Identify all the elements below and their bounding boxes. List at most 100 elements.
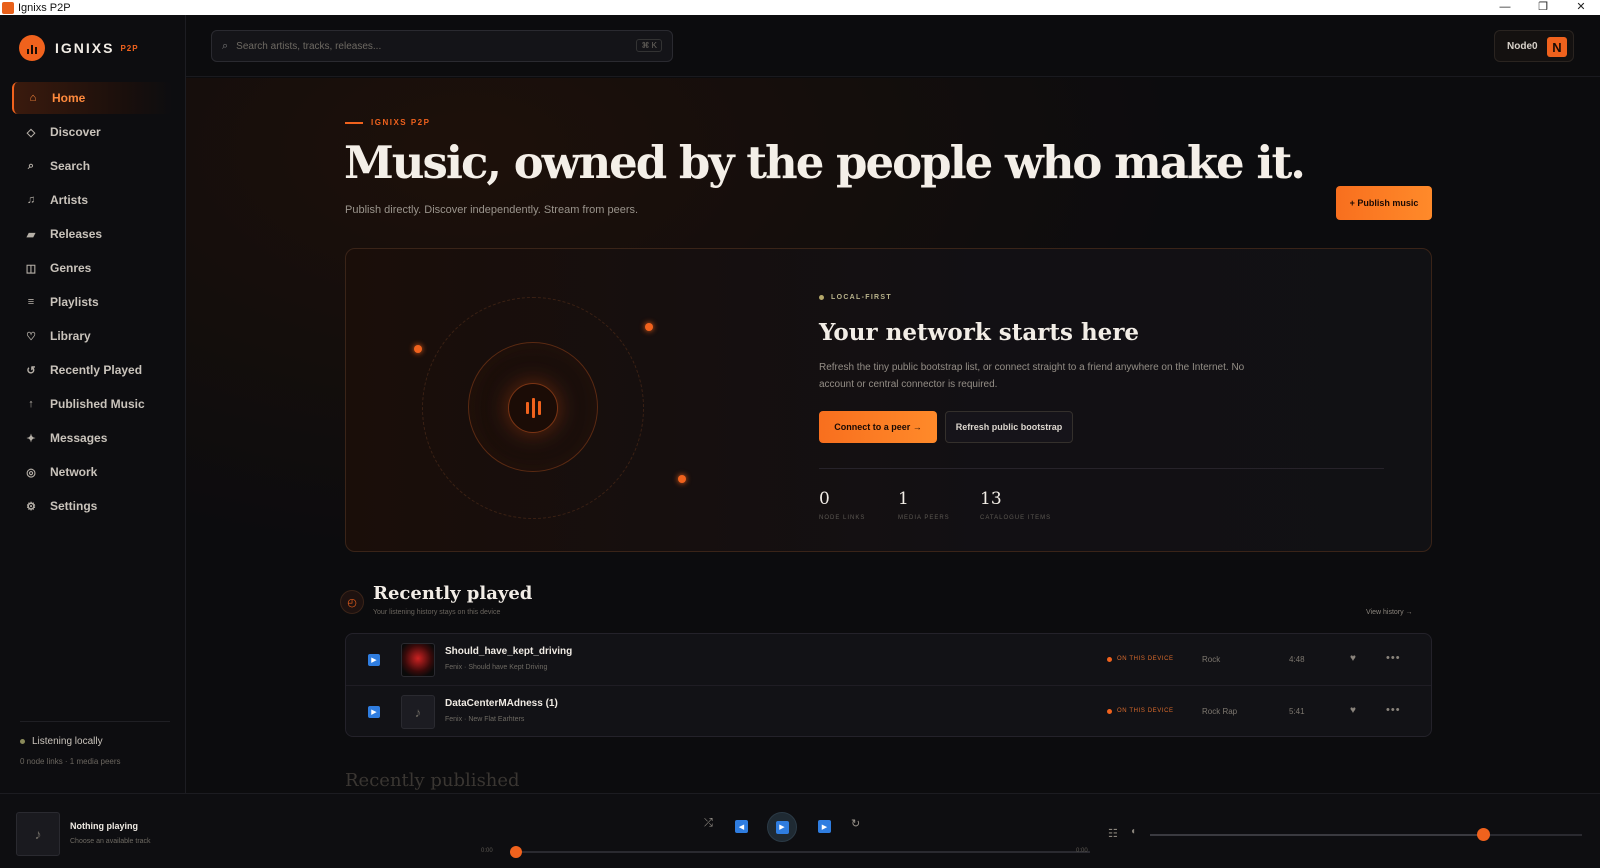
node-name: Node0 [1507,40,1538,52]
peer-dot [678,475,686,483]
play-icon[interactable]: ▶ [368,654,380,666]
publish-music-button[interactable]: + Publish music [1336,186,1432,220]
sidebar-item-label: Home [52,91,86,105]
stat-catalogue-items: 13 CATALOGUE ITEMS [980,489,1051,521]
network-title: Your network starts here [819,319,1140,346]
logo[interactable]: IGNIXS P2P [19,35,139,61]
search-input[interactable]: ⌕ Search artists, tracks, releases... ⌘ … [211,30,673,62]
player-bar: ♪ Nothing playing Choose an available tr… [0,793,1600,868]
now-playing-title: Nothing playing [70,821,138,831]
sidebar-item-published-music[interactable]: ↑ Published Music [12,388,172,420]
sidebar-item-settings[interactable]: ⚙ Settings [12,490,172,522]
sidebar-item-releases[interactable]: ▰ Releases [12,218,172,250]
sidebar-item-search[interactable]: ⌕ Search [12,150,172,182]
music-note-icon: ♫ [26,194,36,206]
volume-fill [1150,834,1483,836]
more-icon[interactable]: ••• [1386,704,1401,716]
progress-handle[interactable] [510,846,522,858]
favorite-icon[interactable]: ♥ [1350,705,1356,716]
sidebar-item-label: Settings [50,499,98,513]
recently-played-title: Recently played [373,583,533,604]
connect-peer-button[interactable]: Connect to a peer → [819,411,937,443]
network-description: Refresh the tiny public bootstrap list, … [819,362,1245,390]
sidebar-item-label: Search [50,159,91,173]
shuffle-icon[interactable]: ⤮ [704,817,713,830]
play-icon[interactable]: ▶ [368,706,380,718]
sidebar-item-home[interactable]: ⌂ Home [12,82,172,114]
queue-icon[interactable]: ☷ [1108,827,1118,840]
sidebar-item-network[interactable]: ◎ Network [12,456,172,488]
topbar: ⌕ Search artists, tracks, releases... ⌘ … [186,15,1600,77]
recent-tracks-list: ▶ Should_have_kept_driving Fenix · Shoul… [345,633,1432,737]
recently-played-subtitle: Your listening history stays on this dev… [373,609,501,616]
sidebar-item-messages[interactable]: ✦ Messages [12,422,172,454]
disc-icon: ▰ [26,228,36,241]
network-eyebrow-text: LOCAL-FIRST [831,294,892,301]
track-duration: 5:41 [1289,707,1305,716]
track-meta: Fenix · New Flat Earhters [445,716,525,723]
network-eyebrow: LOCAL-FIRST [819,294,892,301]
sidebar-item-label: Discover [50,125,101,139]
sidebar-item-label: Playlists [50,295,99,309]
grid-icon: ◫ [25,262,37,275]
time-total: 0:00 [1076,848,1088,854]
sidebar-item-artists[interactable]: ♫ Artists [12,184,172,216]
sidebar-item-label: Network [50,465,98,479]
volume-icon[interactable]: ◖ [1130,826,1136,837]
track-title: DataCenterMAdness (1) [445,698,558,709]
repeat-icon[interactable]: ↻ [851,817,860,830]
stat-value: 0 [819,489,830,509]
brand-sub: P2P [120,43,139,53]
brand-name: IGNIXS [55,40,115,56]
restore-button[interactable]: ❐ [1524,0,1562,15]
sidebar-item-playlists[interactable]: ≡ Playlists [12,286,172,318]
track-genre: Rock [1202,655,1221,664]
minimize-button[interactable]: — [1486,0,1524,15]
volume-slider[interactable] [1150,828,1582,841]
listening-status: Listening locally 0 node links · 1 media… [20,721,170,766]
play-pause-button[interactable]: ▶ [767,812,797,842]
volume-handle[interactable] [1476,828,1490,841]
track-location-text: ON THIS DEVICE [1117,708,1174,714]
previous-icon[interactable]: ◀ [735,820,748,833]
sidebar-item-label: Recently Played [50,363,143,377]
track-title: Should_have_kept_driving [445,646,573,657]
status-dot [20,739,25,744]
music-note-icon: ♪ [16,812,60,856]
sidebar-item-label: Releases [50,227,103,241]
sidebar-item-recently-played[interactable]: ↺ Recently Played [12,354,172,386]
stat-value: 13 [980,489,1002,509]
network-card: LOCAL-FIRST Your network starts here Ref… [345,248,1432,552]
search-icon: ⌕ [27,159,35,172]
close-button[interactable]: ✕ [1562,0,1600,15]
stat-value: 1 [898,489,909,509]
heart-icon: ♡ [26,330,36,343]
next-icon[interactable]: ▶ [818,820,831,833]
gear-icon: ⚙ [26,500,36,513]
sidebar-item-discover[interactable]: ◇ Discover [12,116,172,148]
stat-label: MEDIA PEERS [898,515,950,521]
window-titlebar: Ignixs P2P — ❐ ✕ [0,0,1600,15]
sidebar: IGNIXS P2P ⌂ Home ◇ Discover ⌕ Search ♫ Artists… [0,15,186,793]
hero-subtitle: Publish directly. Discover independently… [345,204,639,216]
node-menu-button[interactable]: Node0 N [1494,30,1574,62]
progress-bar[interactable] [510,846,1090,858]
view-history-link[interactable]: View history → [1366,609,1413,616]
sidebar-item-label: Library [50,329,91,343]
sidebar-item-library[interactable]: ♡ Library [12,320,172,352]
hero-eyebrow-text: IGNIXS P2P [371,118,431,127]
peer-dot [414,345,422,353]
sidebar-item-label: Messages [50,431,108,445]
album-art [401,643,435,677]
track-row[interactable]: ▶ Should_have_kept_driving Fenix · Shoul… [346,634,1431,686]
track-row[interactable]: ▶ ♪ DataCenterMAdness (1) Fenix · New Fl… [346,686,1431,738]
music-note-icon: ♪ [401,695,435,729]
now-playing-subtitle: Choose an available track [70,838,151,845]
refresh-bootstrap-button[interactable]: Refresh public bootstrap [945,411,1073,443]
page-title: Music, owned by the people who make it. [344,136,1306,189]
sidebar-item-label: Genres [50,261,92,275]
sidebar-item-genres[interactable]: ◫ Genres [12,252,172,284]
upload-icon: ↑ [28,398,34,410]
more-icon[interactable]: ••• [1386,652,1401,664]
favorite-icon[interactable]: ♥ [1350,653,1356,664]
